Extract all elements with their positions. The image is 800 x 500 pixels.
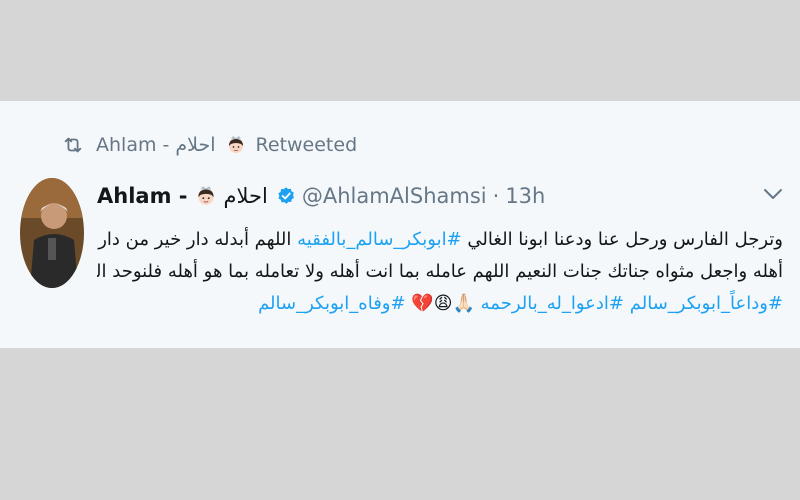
tweet-text-segment: اللهم أبدله دار خير من داره وأهل خير من: [97, 229, 292, 250]
tweet-text: وترجل الفارس ورحل عنا ودعنا ابونا الغالي…: [97, 224, 783, 320]
hashtag-link[interactable]: #وفاه_ابوبكر_سالم: [258, 293, 406, 314]
hashtag-link[interactable]: #وداعاً_ابوبكر_سالم: [630, 293, 783, 314]
retweet-icon: [64, 137, 82, 153]
author-arabic-name[interactable]: احلام: [223, 184, 267, 208]
princess-emoji-icon: [228, 136, 243, 153]
verified-badge-icon: [278, 187, 294, 204]
retweeter-name[interactable]: Ahlam - احلام: [96, 134, 216, 156]
author-handle[interactable]: @AhlamAlShamsi: [302, 184, 487, 208]
top-background-band: [0, 0, 800, 101]
tweet-timestamp[interactable]: 13h: [505, 184, 545, 208]
tweet-text-segment: وترجل الفارس ورحل عنا ودعنا ابونا الغالي: [461, 229, 783, 250]
tweet-line-2: أهله واجعل مثواه جناتك جنات النعيم اللهم…: [97, 256, 783, 288]
retweet-context: Ahlam - احلام Retweeted: [62, 130, 357, 160]
author-display-name[interactable]: Ahlam -: [97, 184, 187, 208]
avatar-image: [20, 178, 84, 288]
hashtag-link[interactable]: #ابوبكر_سالم_بالفقيه: [297, 229, 462, 250]
avatar[interactable]: [20, 178, 84, 288]
tweet-line-3: #وداعاً_ابوبكر_سالم #ادعوا_له_بالرحمه 🙏🏻…: [97, 288, 783, 320]
chevron-down-icon[interactable]: [762, 186, 784, 202]
bottom-background-band: [0, 348, 800, 500]
hashtag-link[interactable]: #ادعوا_له_بالرحمه: [481, 293, 624, 314]
retweeted-label: Retweeted: [255, 134, 358, 156]
emoji-sequence: 🙏🏻😩💔: [411, 293, 475, 314]
tweet-header: Ahlam - احلام @AhlamAlShamsi · 13h: [97, 178, 545, 214]
tweet-text-segment: أهله واجعل مثواه جناتك جنات النعيم اللهم…: [97, 261, 783, 282]
separator-dot: ·: [492, 184, 500, 208]
princess-emoji-icon: [198, 186, 215, 205]
tweet-line-1: وترجل الفارس ورحل عنا ودعنا ابونا الغالي…: [97, 224, 783, 256]
